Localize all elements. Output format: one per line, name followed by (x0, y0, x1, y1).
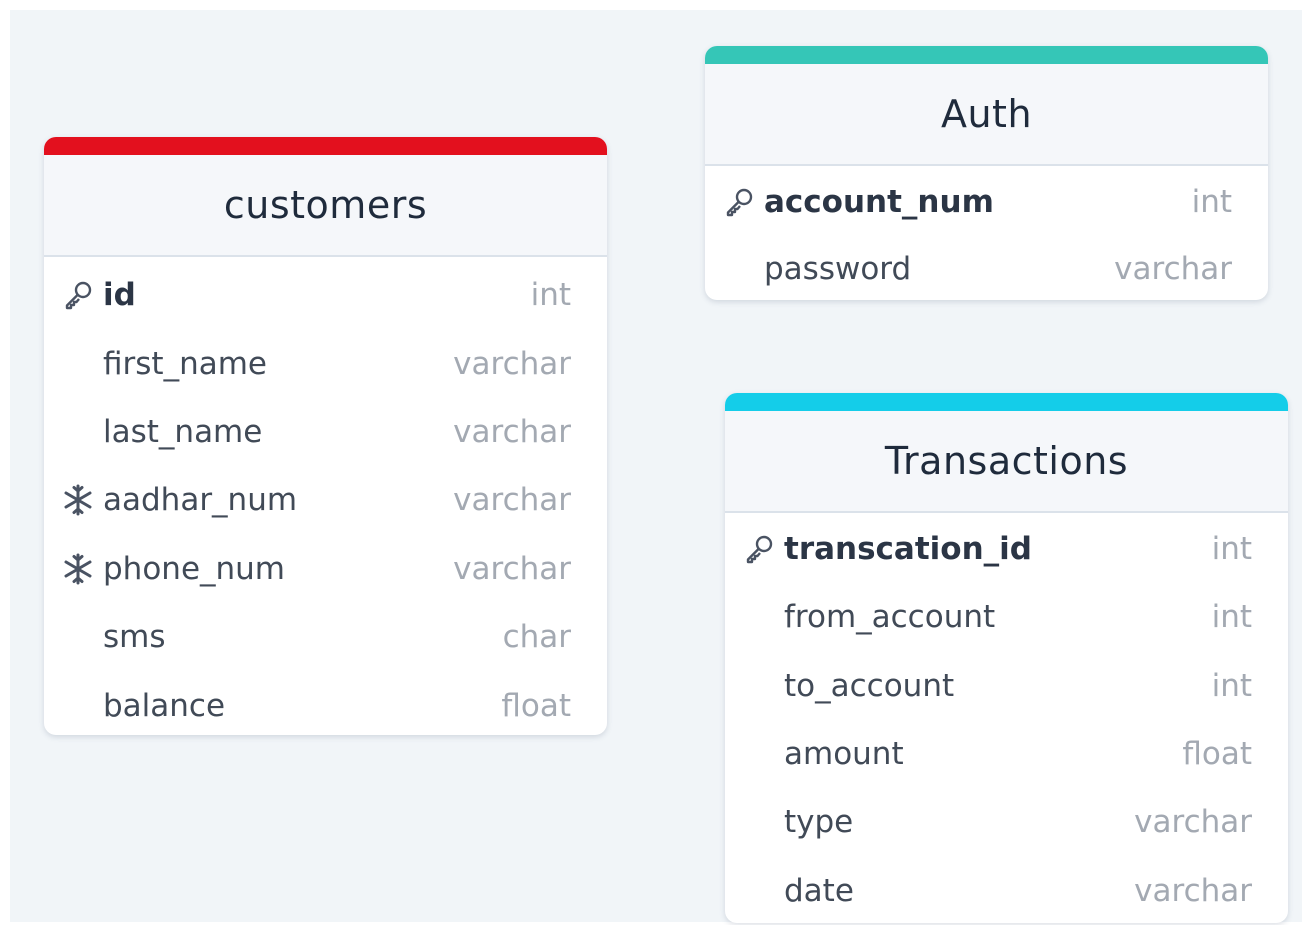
column-row-to-account[interactable]: to_account int (725, 652, 1288, 720)
column-type: int (1211, 667, 1252, 704)
table-auth[interactable]: Auth account_num int password varchar (705, 46, 1268, 300)
column-name: sms (103, 619, 166, 656)
column-name: password (764, 250, 912, 287)
column-type: varchar (1134, 804, 1252, 841)
column-name: type (784, 804, 854, 841)
column-row-sms[interactable]: sms char (44, 603, 607, 671)
key-icon (741, 531, 777, 567)
column-row-phone-num[interactable]: phone_num varchar (44, 535, 607, 603)
column-row-last-name[interactable]: last_name varchar (44, 398, 607, 466)
column-name: phone_num (103, 550, 286, 587)
snowflake-icon (60, 551, 96, 587)
table-customers[interactable]: customers id int first_name varchar last… (44, 137, 607, 735)
column-type: varchar (453, 550, 571, 587)
column-type: varchar (453, 345, 571, 382)
column-row-password[interactable]: password varchar (705, 235, 1268, 300)
column-type: int (1211, 599, 1252, 636)
column-name: amount (784, 736, 904, 773)
column-type: int (1211, 531, 1252, 568)
diagram-canvas: customers id int first_name varchar last… (10, 10, 1302, 923)
column-name: account_num (764, 183, 994, 220)
key-icon (721, 184, 757, 220)
column-name: id (103, 277, 136, 314)
column-name: from_account (784, 599, 996, 636)
table-header[interactable]: customers (44, 155, 607, 257)
column-name: date (784, 872, 854, 909)
column-type: float (1182, 736, 1252, 773)
column-row-from-account[interactable]: from_account int (725, 583, 1288, 651)
table-accent-bar (705, 46, 1268, 64)
column-row-account-num[interactable]: account_num int (705, 168, 1268, 235)
column-type: int (530, 277, 571, 314)
column-type: varchar (1134, 872, 1252, 909)
table-header[interactable]: Auth (705, 64, 1268, 166)
column-type: float (501, 687, 571, 724)
column-row-amount[interactable]: amount float (725, 720, 1288, 788)
column-row-first-name[interactable]: first_name varchar (44, 329, 607, 397)
column-name: first_name (103, 345, 267, 382)
column-type: varchar (453, 482, 571, 519)
column-name: last_name (103, 413, 263, 450)
table-header[interactable]: Transactions (725, 411, 1288, 513)
table-title: customers (223, 183, 428, 227)
key-icon (60, 277, 96, 313)
table-title: Auth (940, 92, 1033, 136)
column-row-transcation-id[interactable]: transcation_id int (725, 515, 1288, 583)
column-row-aadhar-num[interactable]: aadhar_num varchar (44, 466, 607, 534)
table-transactions[interactable]: Transactions transcation_id int from_acc… (725, 393, 1288, 923)
table-accent-bar (44, 137, 607, 155)
column-row-date[interactable]: date varchar (725, 856, 1288, 923)
column-row-balance[interactable]: balance float (44, 671, 607, 735)
column-type: int (1191, 183, 1232, 220)
column-row-id[interactable]: id int (44, 261, 607, 329)
column-type: varchar (1114, 250, 1232, 287)
table-accent-bar (725, 393, 1288, 411)
column-name: aadhar_num (103, 482, 298, 519)
column-name: to_account (784, 667, 955, 704)
snowflake-icon (60, 482, 96, 518)
column-name: balance (103, 687, 226, 724)
column-name: transcation_id (784, 531, 1032, 568)
table-title: Transactions (884, 439, 1129, 483)
column-type: varchar (453, 413, 571, 450)
column-row-type[interactable]: type varchar (725, 788, 1288, 856)
column-type: char (502, 619, 571, 656)
